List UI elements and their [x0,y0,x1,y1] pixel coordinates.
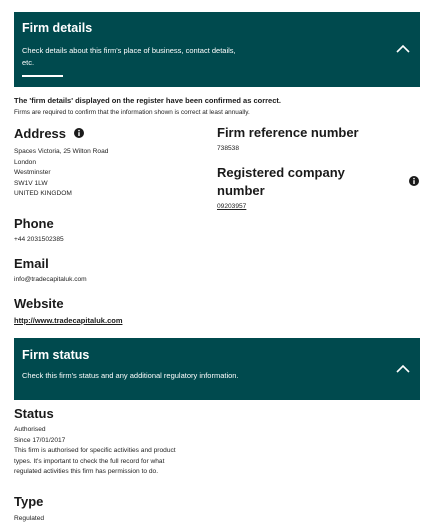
status-since: Since 17/01/2017 [14,436,66,444]
website-heading: Website [14,296,64,311]
phone-value: +44 2031502385 [14,236,64,243]
website-link[interactable]: http://www.tradecapitaluk.com [14,316,123,325]
frn-heading: Firm reference number [217,125,359,140]
firm-status-title: Firm status [22,348,90,362]
type-value: Regulated [14,515,45,522]
company-number-heading: Registered company number [217,164,345,200]
status-heading: Status [14,406,54,421]
status-note-line: This firm is authorised for specific act… [14,447,176,454]
panel-underline [22,75,63,77]
phone-heading: Phone [14,216,54,231]
company-number-heading-line: Registered company [217,165,345,180]
address-lines: Spaces Victoria, 25 Wilton Road London W… [14,147,108,200]
firm-details-title: Firm details [22,21,93,35]
email-heading: Email [14,256,49,271]
type-heading: Type [14,494,44,509]
firm-status-panel[interactable]: Firm status Check this firm's status and… [14,338,420,400]
confirmation-note: Firms are required to confirm that the i… [14,109,250,116]
info-icon[interactable] [409,176,419,186]
email-value: info@tradecapitaluk.com [14,276,87,283]
chevron-up-icon[interactable] [396,363,410,375]
status-value: Authorised [14,426,46,433]
address-line: London [14,158,37,166]
address-line: UNITED KINGDOM [14,190,72,197]
firm-status-description: Check this firm's status and any additio… [22,371,239,380]
address-line: Westminster [14,169,51,176]
firm-details-description-line: etc. [22,58,35,67]
address-line: SW1V 1LW [14,179,48,187]
address-heading: Address [14,126,67,141]
company-number-heading-line: number [217,183,265,198]
firm-details-panel[interactable]: Firm details Check details about this fi… [14,12,420,87]
info-icon[interactable] [74,128,84,138]
confirmation-message: The 'firm details' displayed on the regi… [14,96,281,105]
firm-details-description: Check details about this firm's place of… [22,45,236,69]
chevron-up-icon[interactable] [396,43,410,55]
status-note-line: types. It's important to check the full … [14,457,165,465]
address-line: Spaces Victoria, 25 Wilton Road [14,148,109,155]
status-details: Authorised Since 17/01/2017 This firm is… [14,425,176,478]
status-note-line: regulated activities this firm has permi… [14,468,159,475]
firm-details-description-line: Check details about this firm's place of… [22,46,236,55]
frn-value: 738538 [217,145,240,152]
company-number-link[interactable]: 09203957 [217,203,246,210]
